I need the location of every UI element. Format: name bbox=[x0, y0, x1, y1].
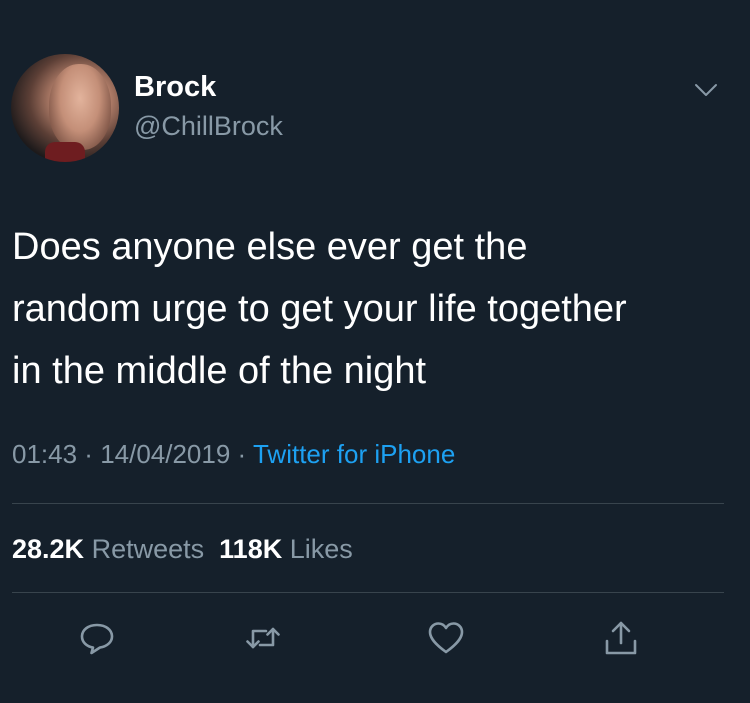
tweet-text-line: Does anyone else ever get the bbox=[12, 226, 528, 268]
reply-icon bbox=[80, 623, 114, 655]
retweets-label: Retweets bbox=[91, 534, 205, 564]
share-button[interactable] bbox=[600, 617, 642, 659]
meta-separator: · bbox=[77, 439, 101, 469]
tweet-text-line: random urge to get your life together bbox=[12, 288, 627, 330]
retweets-stat[interactable]: 28.2K Retweets bbox=[12, 531, 204, 567]
avatar-face bbox=[49, 64, 111, 150]
tweet-date[interactable]: 14/04/2019 bbox=[100, 439, 230, 469]
tweet-meta: 01:43 · 14/04/2019 · Twitter for iPhone bbox=[12, 437, 455, 471]
reply-button[interactable] bbox=[76, 617, 118, 659]
tweet-time[interactable]: 01:43 bbox=[12, 439, 77, 469]
avatar[interactable] bbox=[11, 54, 119, 162]
divider bbox=[12, 592, 724, 593]
tweet-text: Does anyone else ever get the random urg… bbox=[12, 216, 732, 402]
user-handle[interactable]: @ChillBrock bbox=[134, 110, 283, 142]
retweet-icon bbox=[246, 627, 280, 649]
chevron-down-icon[interactable] bbox=[693, 80, 719, 100]
avatar-shirt bbox=[45, 142, 85, 162]
retweets-count: 28.2K bbox=[12, 534, 85, 564]
tweet-text-line: in the middle of the night bbox=[12, 350, 427, 392]
tweet-card: Brock @ChillBrock Does anyone else ever … bbox=[0, 0, 750, 703]
divider bbox=[12, 503, 724, 504]
tweet-source-link[interactable]: Twitter for iPhone bbox=[253, 439, 455, 469]
meta-separator: · bbox=[230, 439, 253, 469]
like-button[interactable] bbox=[425, 617, 467, 659]
display-name[interactable]: Brock bbox=[134, 70, 216, 104]
likes-count: 118K bbox=[219, 534, 283, 564]
likes-label: Likes bbox=[289, 534, 353, 564]
tweet-stats: 28.2K Retweets 118K Likes bbox=[12, 531, 353, 567]
share-icon bbox=[605, 621, 637, 655]
likes-stat[interactable]: 118K Likes bbox=[219, 531, 353, 567]
like-icon bbox=[428, 622, 464, 654]
retweet-button[interactable] bbox=[242, 617, 284, 659]
